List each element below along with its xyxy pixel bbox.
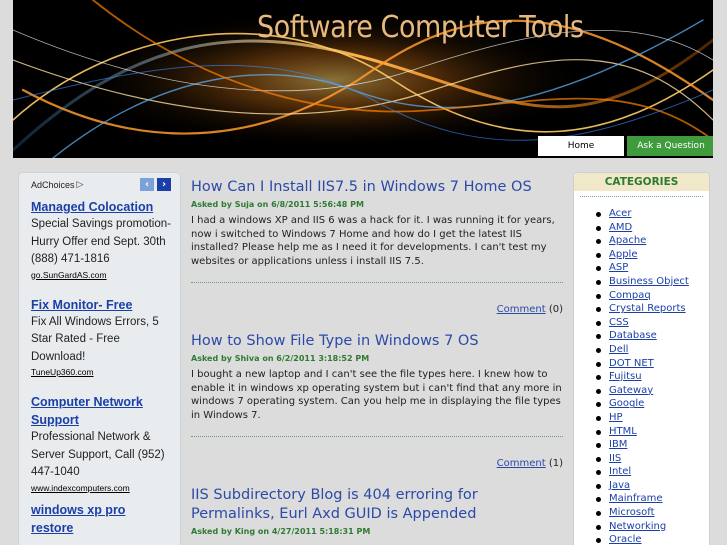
ad-description: Special Savings promotion- Hurry Offer e… — [31, 218, 171, 265]
adchoices-icon[interactable]: ▷ — [77, 180, 84, 190]
category-link[interactable]: Networking — [609, 521, 666, 532]
adchoices-bar: AdChoices ▷ ‹ › — [31, 178, 180, 192]
category-item: Intel — [596, 465, 709, 479]
category-item: ASP — [596, 261, 709, 275]
category-item: Apache — [596, 234, 709, 248]
question-body: I bought a new laptop and I can't see th… — [191, 369, 562, 421]
ad-sidebar: AdChoices ▷ ‹ › Managed Colocation Speci… — [18, 172, 181, 545]
category-link[interactable]: Gateway — [609, 385, 653, 396]
comment-count: (1) — [548, 458, 563, 469]
question-title-link[interactable]: How Can I Install IIS7.5 in Windows 7 Ho… — [191, 178, 563, 197]
ad-title-link[interactable]: windows xp pro restore — [31, 501, 171, 537]
category-link[interactable]: HTML — [609, 426, 637, 437]
category-item: Acer — [596, 207, 709, 221]
category-link[interactable]: IIS — [609, 453, 621, 464]
category-item: Gateway — [596, 384, 709, 398]
category-link[interactable]: Crystal Reports — [609, 303, 686, 314]
category-item: IIS — [596, 452, 709, 466]
category-link[interactable]: IBM — [609, 439, 627, 450]
category-link[interactable]: Google — [609, 398, 644, 409]
post-divider — [191, 436, 563, 437]
category-item: IBM — [596, 438, 709, 452]
categories-sidebar: CATEGORIES Acer AMD Apache Apple ASP Business… — [573, 172, 710, 545]
category-item: Database — [596, 329, 709, 343]
category-link[interactable]: Oracle — [609, 534, 642, 545]
question-title-link[interactable]: IIS Subdirectory Blog is 404 erroring fo… — [191, 486, 563, 524]
category-link[interactable]: Java — [609, 480, 630, 491]
category-item: Business Object — [596, 275, 709, 289]
category-link[interactable]: Apache — [609, 235, 646, 246]
category-item: Dell — [596, 343, 709, 357]
category-link[interactable]: ASP — [609, 262, 628, 273]
comment-link[interactable]: Comment — [497, 458, 546, 469]
ad-item: Fix Monitor- Free Fix All Windows Errors… — [31, 296, 171, 380]
category-link[interactable]: DOT NET — [609, 358, 654, 369]
category-item: Crystal Reports — [596, 302, 709, 316]
category-link[interactable]: Apple — [609, 249, 637, 260]
category-item: HTML — [596, 425, 709, 439]
ad-title-link[interactable]: Fix Monitor- Free — [31, 296, 171, 314]
ad-url-link[interactable]: www.indexcomputers.com — [31, 482, 171, 495]
nav-home-button[interactable]: Home — [538, 136, 624, 156]
ad-item: Managed Colocation Special Savings promo… — [31, 198, 171, 282]
category-item: DOT NET — [596, 357, 709, 371]
category-link[interactable]: Business Object — [609, 276, 689, 287]
question-post: How to Show File Type in Windows 7 OS As… — [191, 332, 563, 470]
question-meta: Asked by King on 4/27/2011 5:18:31 PM — [191, 527, 371, 536]
category-item: Mainframe — [596, 492, 709, 506]
categories-header: CATEGORIES — [574, 173, 709, 191]
question-post: How Can I Install IIS7.5 in Windows 7 Ho… — [191, 178, 563, 316]
question-title-link[interactable]: How to Show File Type in Windows 7 OS — [191, 332, 563, 351]
ad-url-link[interactable]: TuneUp360.com — [31, 366, 171, 379]
category-link[interactable]: AMD — [609, 222, 632, 233]
category-item: Networking — [596, 520, 709, 534]
ad-item: Computer Network Support Professional Ne… — [31, 393, 171, 495]
category-item: HP — [596, 411, 709, 425]
category-item: Microsoft — [596, 506, 709, 520]
comment-count: (0) — [548, 304, 563, 315]
category-item: Compaq — [596, 289, 709, 303]
category-link[interactable]: Dell — [609, 344, 628, 355]
category-link[interactable]: Database — [609, 330, 657, 341]
comment-row: Comment (0) — [191, 303, 563, 316]
ad-title-link[interactable]: Computer Network Support — [31, 393, 171, 429]
nav-ask-question-button[interactable]: Ask a Question — [627, 136, 713, 156]
ad-prev-icon[interactable]: ‹ — [140, 178, 154, 191]
category-item: Apple — [596, 248, 709, 262]
category-link[interactable]: Intel — [609, 466, 631, 477]
comment-row: Comment (1) — [191, 457, 563, 470]
header-banner: Software Computer Tools Home Ask a Quest… — [13, 0, 713, 158]
category-link[interactable]: Acer — [609, 208, 631, 219]
category-item: Java — [596, 479, 709, 493]
category-link[interactable]: CSS — [609, 317, 629, 328]
question-list: How Can I Install IIS7.5 in Windows 7 Ho… — [191, 178, 563, 545]
comment-link[interactable]: Comment — [497, 304, 546, 315]
category-link[interactable]: HP — [609, 412, 623, 423]
category-item: CSS — [596, 316, 709, 330]
category-link[interactable]: Fujitsu — [609, 371, 642, 382]
adchoices-label[interactable]: AdChoices — [31, 180, 75, 190]
ad-description: Fix All Windows Errors, 5 Star Rated - F… — [31, 315, 159, 363]
category-item: Google — [596, 397, 709, 411]
ad-url-link[interactable]: go.SunGardAS.com — [31, 269, 171, 282]
category-link[interactable]: Compaq — [609, 290, 651, 301]
site-title: Software Computer Tools — [257, 10, 584, 45]
categories-list: Acer AMD Apache Apple ASP Business Object Comp… — [574, 197, 709, 545]
question-meta: Asked by Suja on 6/8/2011 5:56:48 PM — [191, 200, 364, 209]
category-link[interactable]: Mainframe — [609, 493, 663, 504]
ad-item: windows xp pro restore — [31, 501, 171, 537]
question-body: I had a windows XP and IIS 6 was a hack … — [191, 215, 555, 267]
post-divider — [191, 282, 563, 283]
ad-description: Professional Network & Server Support, C… — [31, 431, 165, 478]
question-post: IIS Subdirectory Blog is 404 erroring fo… — [191, 486, 563, 537]
category-item: Oracle — [596, 533, 709, 545]
category-item: Fujitsu — [596, 370, 709, 384]
ad-next-icon[interactable]: › — [157, 178, 171, 191]
ad-title-link[interactable]: Managed Colocation — [31, 198, 171, 216]
question-meta: Asked by Shiva on 6/2/2011 3:18:52 PM — [191, 354, 370, 363]
top-nav: Home Ask a Question — [538, 136, 713, 156]
category-link[interactable]: Microsoft — [609, 507, 655, 518]
category-item: AMD — [596, 221, 709, 235]
